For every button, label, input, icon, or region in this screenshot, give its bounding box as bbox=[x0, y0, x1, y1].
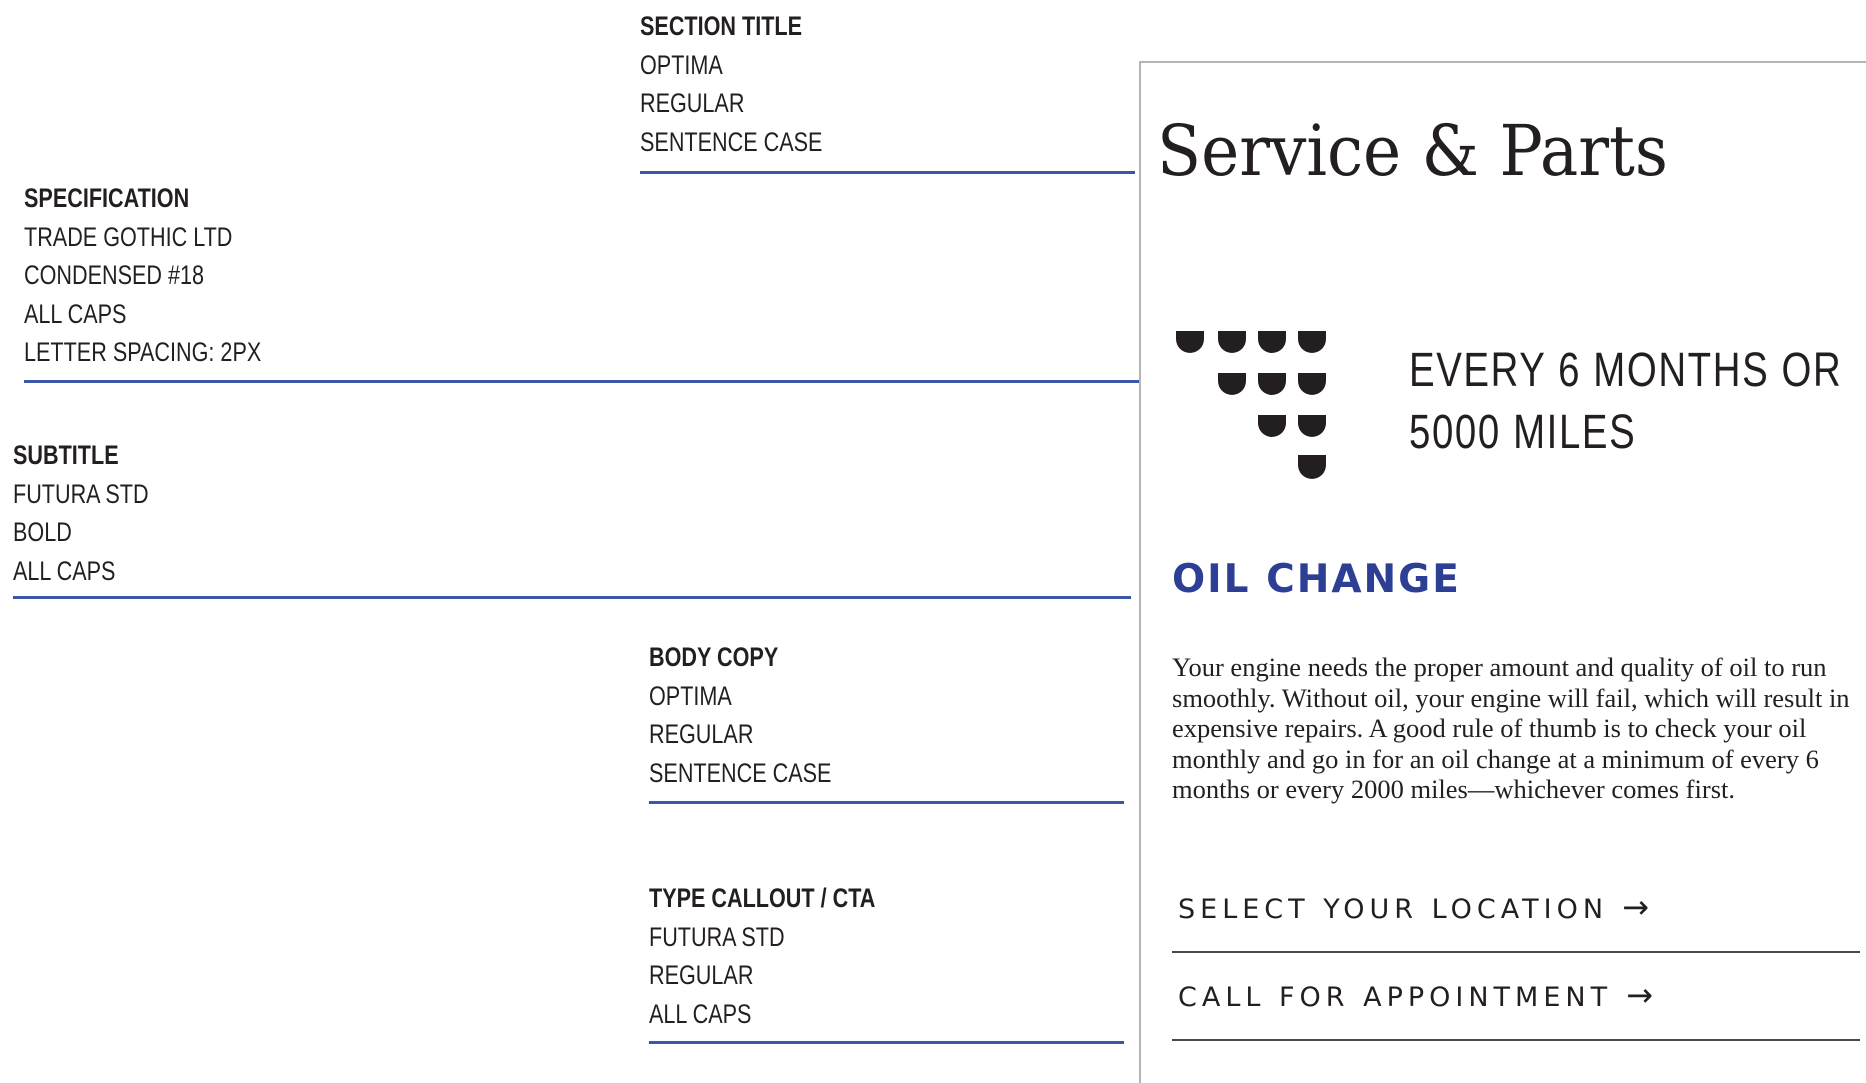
type-callout-leader-line bbox=[649, 1041, 1124, 1044]
annotation-line: ALL CAPS bbox=[649, 998, 752, 1029]
annotation-line: LETTER SPACING: 2PX bbox=[24, 337, 262, 367]
annotation-heading: SUBTITLE bbox=[13, 440, 119, 470]
annotation-line: SENTENCE CASE bbox=[640, 126, 823, 157]
specification-text: EVERY 6 MONTHS OR 5000 MILES bbox=[1409, 340, 1842, 464]
annotation-line: FUTURA STD bbox=[649, 921, 785, 952]
annotation-type-callout: TYPE CALLOUT / CTA FUTURA STD REGULAR AL… bbox=[649, 879, 875, 1033]
call-for-appointment-link[interactable]: CALL FOR APPOINTMENT → bbox=[1178, 978, 1653, 1015]
annotation-line: REGULAR bbox=[649, 960, 754, 990]
annotation-subtitle: SUBTITLE FUTURA STD BOLD ALL CAPS bbox=[13, 436, 149, 590]
cta-divider bbox=[1172, 951, 1860, 953]
oil-drops-logo-icon bbox=[1176, 331, 1326, 479]
annotation-line: OPTIMA bbox=[640, 49, 723, 80]
annotation-line: CONDENSED #18 bbox=[24, 260, 205, 290]
annotation-line: BOLD bbox=[13, 517, 72, 547]
annotation-line: ALL CAPS bbox=[13, 555, 116, 586]
annotation-line: REGULAR bbox=[640, 88, 745, 118]
annotation-line: TRADE GOTHIC LTD bbox=[24, 221, 233, 252]
section-title-leader-line bbox=[640, 171, 1135, 174]
annotation-heading: BODY COPY bbox=[649, 642, 779, 672]
subtitle-leader-line bbox=[13, 596, 1131, 599]
annotation-line: REGULAR bbox=[649, 719, 754, 749]
annotation-heading: TYPE CALLOUT / CTA bbox=[649, 883, 876, 913]
annotation-line: SENTENCE CASE bbox=[649, 757, 832, 788]
subtitle: OIL CHANGE bbox=[1172, 557, 1461, 602]
annotation-line: FUTURA STD bbox=[13, 478, 149, 509]
annotation-line: OPTIMA bbox=[649, 680, 732, 711]
annotation-line: ALL CAPS bbox=[24, 298, 127, 329]
select-location-link[interactable]: SELECT YOUR LOCATION → bbox=[1178, 890, 1649, 927]
annotation-heading: SECTION TITLE bbox=[640, 11, 802, 41]
body-copy-leader-line bbox=[649, 801, 1124, 804]
cta-label: CALL FOR APPOINTMENT bbox=[1178, 982, 1613, 1013]
arrow-right-icon: → bbox=[1626, 976, 1653, 1014]
cta-divider bbox=[1172, 1039, 1860, 1041]
annotation-heading: SPECIFICATION bbox=[24, 183, 190, 213]
annotation-body-copy: BODY COPY OPTIMA REGULAR SENTENCE CASE bbox=[649, 638, 831, 792]
annotation-specification: SPECIFICATION TRADE GOTHIC LTD CONDENSED… bbox=[24, 179, 261, 372]
specification-line: EVERY 6 MONTHS OR bbox=[1409, 344, 1843, 397]
section-title: Service & Parts bbox=[1157, 110, 1668, 192]
cta-label: SELECT YOUR LOCATION bbox=[1178, 894, 1609, 925]
specification-line: 5000 MILES bbox=[1409, 406, 1637, 459]
annotation-section-title: SECTION TITLE OPTIMA REGULAR SENTENCE CA… bbox=[640, 7, 822, 161]
arrow-right-icon: → bbox=[1622, 888, 1649, 926]
body-copy: Your engine needs the proper amount and … bbox=[1172, 652, 1850, 804]
